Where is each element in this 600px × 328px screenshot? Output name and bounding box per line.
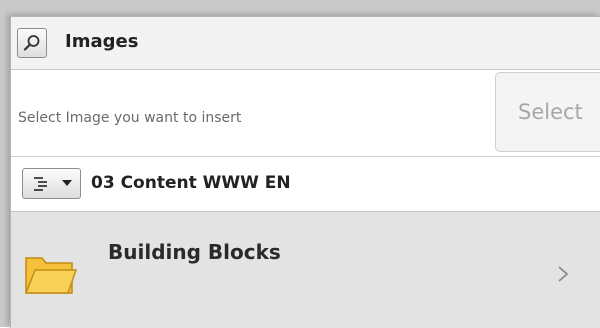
tree-view-button[interactable] [22, 168, 81, 199]
list-item-building-blocks[interactable]: Building Blocks [11, 212, 600, 328]
insert-hint: Select Image you want to insert [18, 110, 242, 126]
chevron-right-icon[interactable] [557, 265, 569, 283]
panel-title: Images [65, 31, 139, 52]
list-item-label: Building Blocks [108, 240, 281, 264]
tree-view-icon [34, 177, 47, 191]
chevron-down-icon [62, 180, 72, 186]
image-picker-panel: Images Select Image you want to insert S… [10, 16, 600, 328]
select-button[interactable]: Select [495, 72, 600, 152]
folder-icon [24, 257, 78, 294]
insert-row: Select Image you want to insert Select [11, 70, 600, 157]
path-row: 03 Content WWW EN [11, 157, 600, 212]
current-path: 03 Content WWW EN [91, 173, 291, 193]
title-bar: Images [11, 17, 600, 70]
search-button[interactable] [17, 28, 47, 58]
window-frame: Images Select Image you want to insert S… [0, 0, 600, 328]
search-icon [23, 35, 40, 51]
